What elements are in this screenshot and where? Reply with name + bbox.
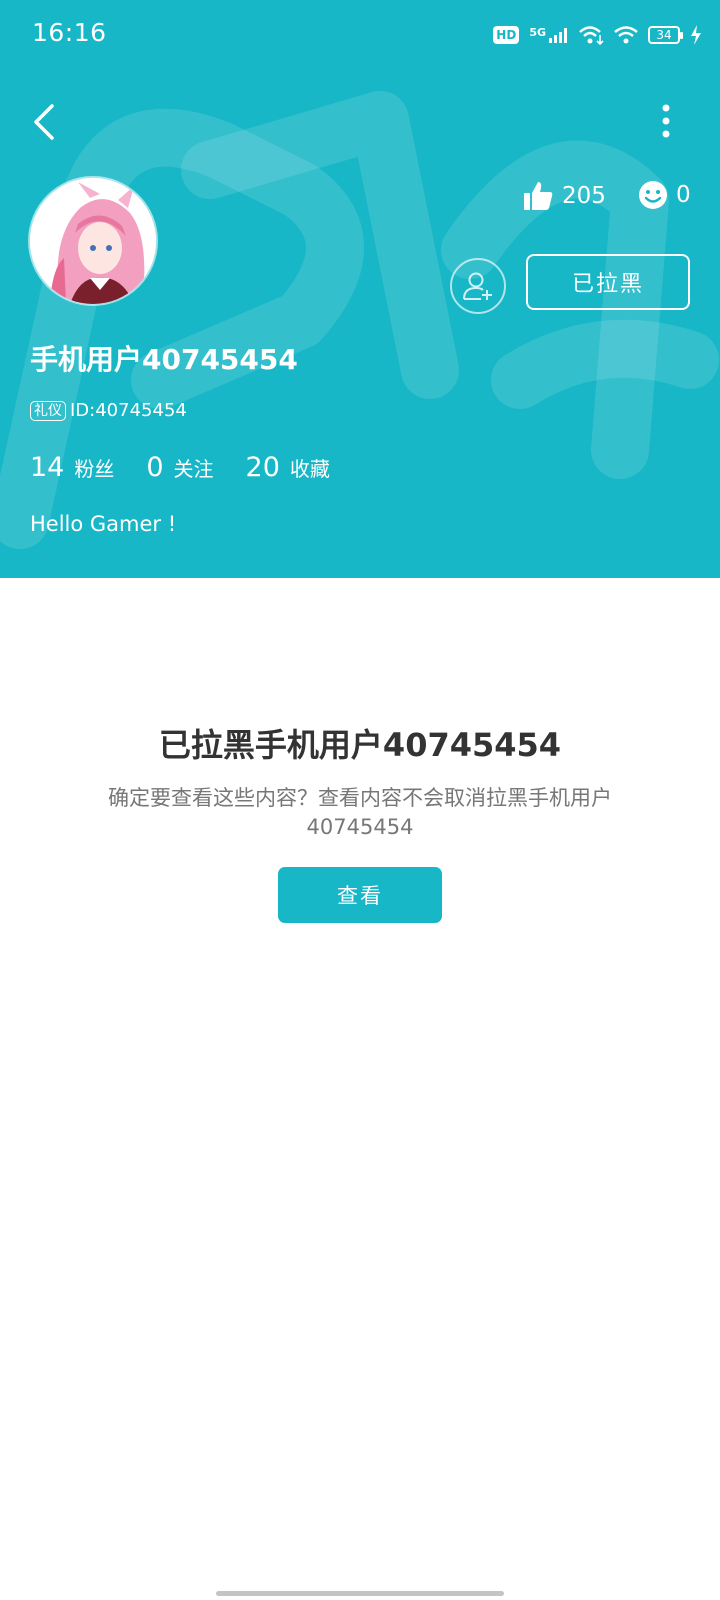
battery-icon: 34 [648,26,683,44]
user-id: ID:40745454 [70,400,187,421]
status-icons: HD 5G 34 [493,20,702,50]
stat-favorites-label: 收藏 [289,457,330,481]
stat-favorites-count: 20 [245,452,280,483]
blocked-notice-description: 确定要查看这些内容？查看内容不会取消拉黑手机用户40745454 [108,786,612,839]
user-id-row: 礼仪 ID:40745454 [30,400,187,421]
etiquette-tag[interactable]: 礼仪 [30,400,66,421]
thumbs-up-icon [524,182,553,210]
blocked-button[interactable]: 已拉黑 [526,254,690,310]
more-options-button[interactable] [646,100,686,144]
stat-following-count: 0 [146,452,164,483]
hd-icon: HD [493,26,520,44]
5g-signal-icon: 5G [529,26,568,44]
view-content-button[interactable]: 查看 [278,867,442,923]
wifi-icon [614,26,638,44]
smiles-counter[interactable]: 0 [638,180,691,210]
status-time: 16:16 [32,18,107,47]
bio: Hello Gamer ! [30,512,177,536]
stats-row: 14 粉丝 0 关注 20 收藏 [30,452,362,483]
stat-following-label: 关注 [173,457,214,481]
add-friend-button[interactable] [450,258,506,314]
smile-icon [639,181,667,209]
smiles-count: 0 [676,182,691,208]
likes-count: 205 [562,183,606,209]
back-button[interactable] [26,98,66,146]
likes-counter[interactable]: 205 [522,180,606,212]
stat-fans-count: 14 [30,452,65,483]
username: 手机用户40745454 [30,343,298,376]
stat-fans[interactable]: 14 粉丝 [30,452,114,483]
stat-fans-label: 粉丝 [74,457,115,481]
charging-icon [691,25,701,45]
home-indicator[interactable] [216,1591,504,1596]
stat-following[interactable]: 0 关注 [146,452,213,483]
wifi-arrows-icon [579,26,604,46]
avatar[interactable] [30,178,156,304]
profile-header: 16:16 HD 5G 34 205 0 已拉黑 手机用户40745454 礼仪… [0,0,720,578]
add-user-icon [463,272,492,300]
stat-favorites[interactable]: 20 收藏 [246,452,330,483]
status-bar: 16:16 HD 5G 34 [0,0,720,70]
blocked-notice-title: 已拉黑手机用户40745454 [158,726,562,764]
avatar-image [30,178,156,304]
